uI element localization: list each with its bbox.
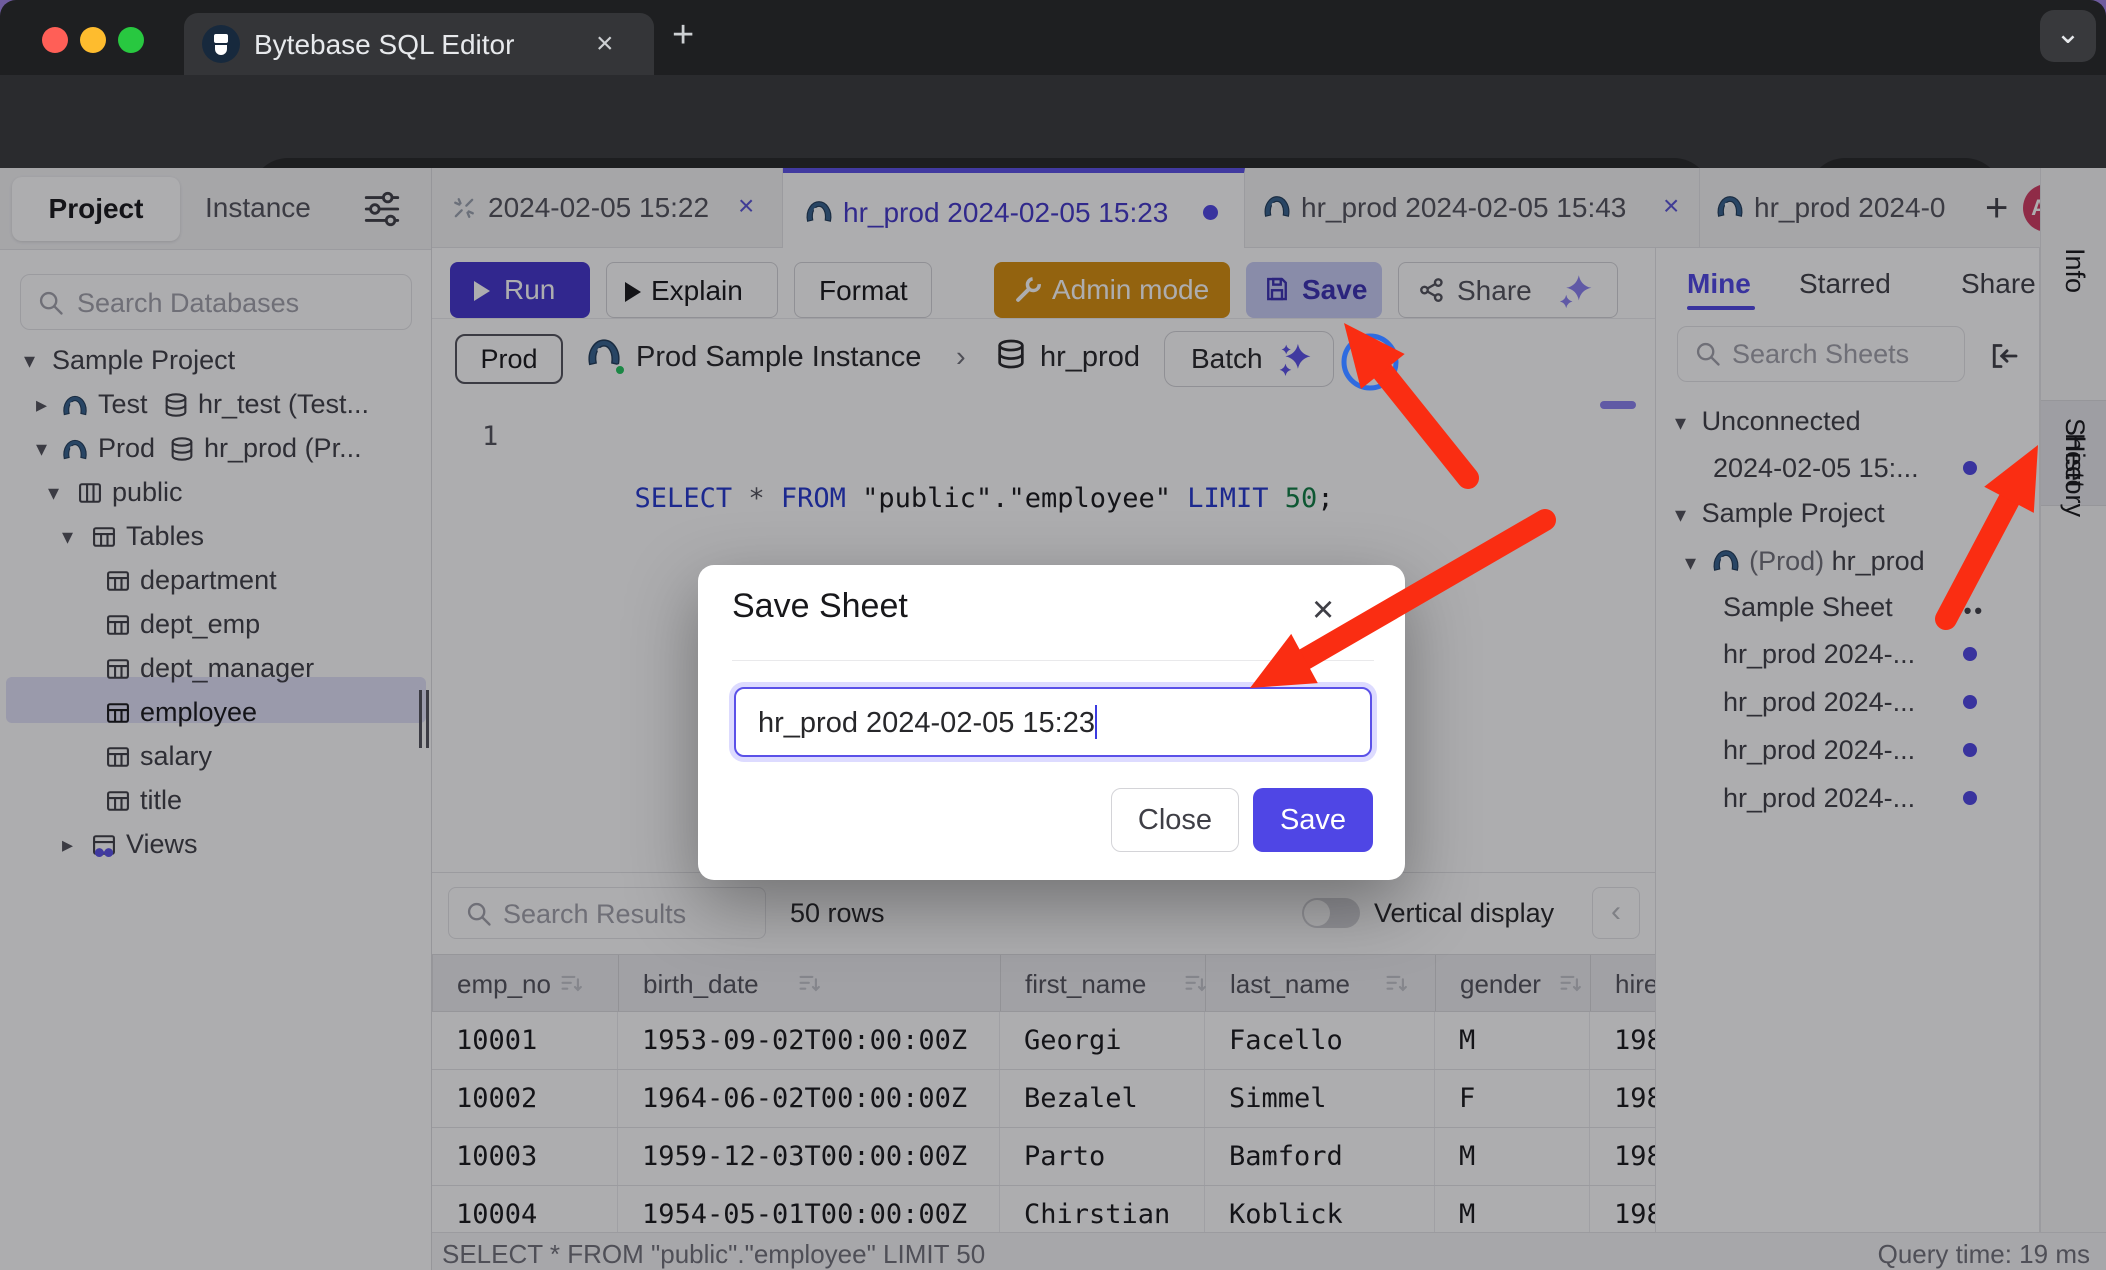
sheet-name-value: hr_prod 2024-02-05 15:23 [758,707,1095,739]
close-tab-icon[interactable]: × [596,27,614,61]
browser-tab-title: Bytebase SQL Editor [254,29,514,61]
browser-toolbar: ← → i localhost:8080/sql-editor/prod-sam… [0,75,2106,168]
text-cursor [1095,705,1098,739]
save-sheet-button[interactable]: Save [1253,788,1373,852]
screen: Bytebase SQL Editor × + ⌄ ← → i localhos… [0,0,2106,1270]
browser-tab-strip: Bytebase SQL Editor × + ⌄ [0,0,2106,75]
maximize-window-button[interactable] [118,27,144,53]
dialog-divider [732,660,1374,661]
save-sheet-dialog: Save Sheet × hr_prod 2024-02-05 15:23 Cl… [698,565,1405,880]
minimize-window-button[interactable] [80,27,106,53]
close-icon[interactable]: × [1312,589,1334,632]
sheet-name-input[interactable]: hr_prod 2024-02-05 15:23 [734,687,1372,757]
new-tab-button[interactable]: + [672,14,694,57]
browser-tab[interactable]: Bytebase SQL Editor × [184,13,654,75]
tab-search-button[interactable]: ⌄ [2040,10,2096,62]
close-window-button[interactable] [42,27,68,53]
close-button[interactable]: Close [1111,788,1239,852]
dialog-title: Save Sheet [732,587,908,626]
bytebase-favicon [202,25,240,63]
